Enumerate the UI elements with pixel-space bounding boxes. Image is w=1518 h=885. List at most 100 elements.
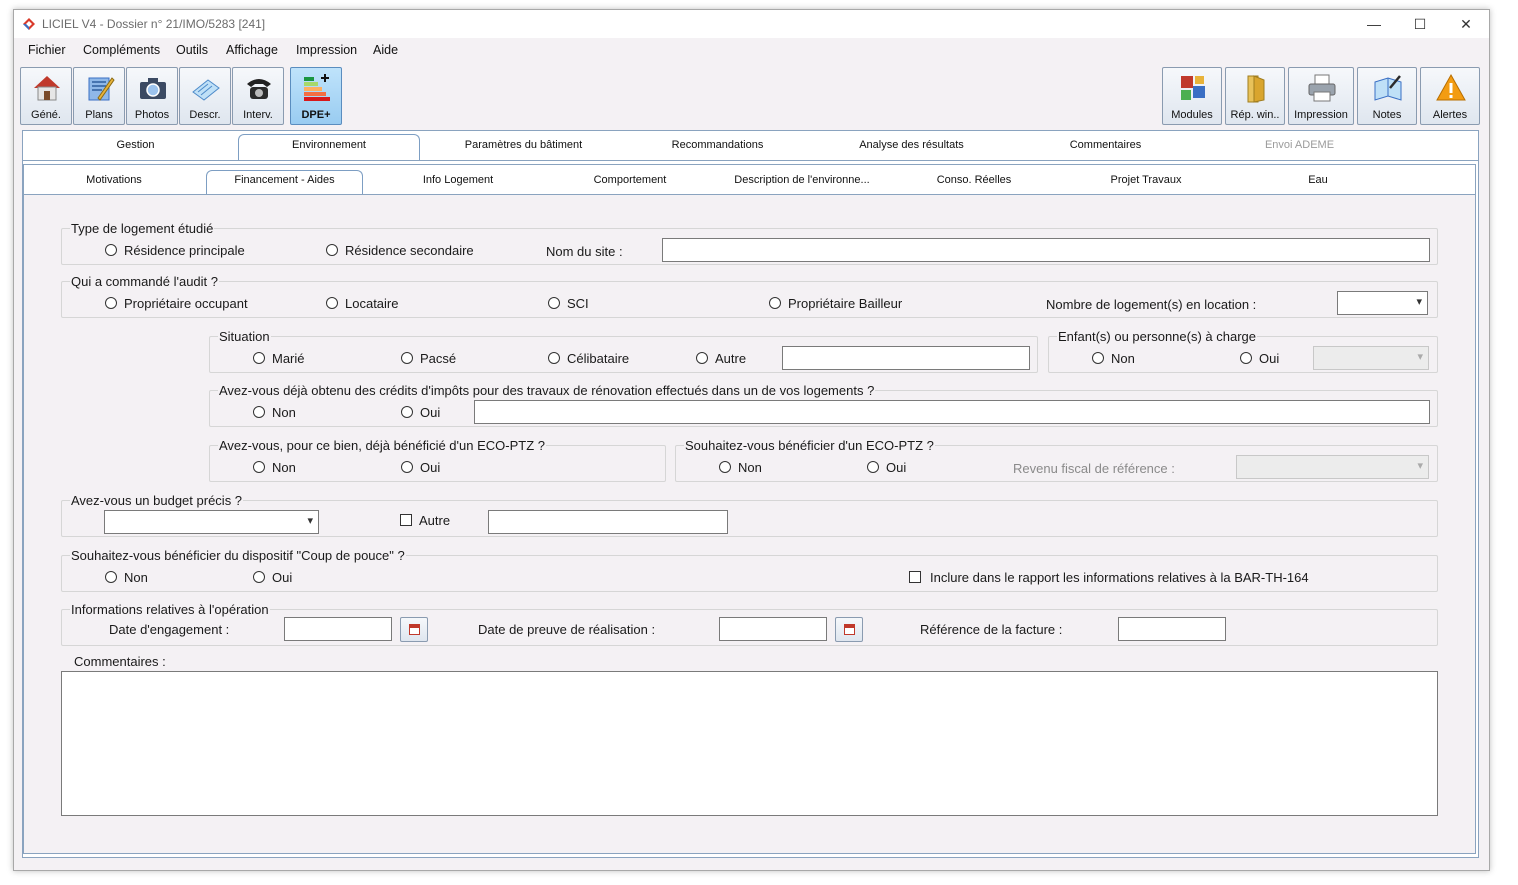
toolbar-modules-button[interactable]: Modules <box>1162 67 1222 125</box>
legend-ecoptz-souhait: Souhaitez-vous bénéficier d'un ECO-PTZ ? <box>684 438 935 453</box>
subtab-conso-reelles[interactable]: Conso. Réelles <box>888 174 1060 186</box>
sub-tab-strip: Motivations Financement - Aides Info Log… <box>23 164 1476 196</box>
label-pacse: Pacsé <box>420 351 457 366</box>
label-nom-site: Nom du site : <box>546 244 623 259</box>
toolbar-label: Notes <box>1372 109 1402 121</box>
legend-operation: Informations relatives à l'opération <box>70 602 270 617</box>
nombre-logements-select[interactable]: ▾ <box>1337 291 1428 315</box>
radio-marie[interactable] <box>253 352 265 364</box>
label-inclure-bar-th-164: Inclure dans le rapport les informations… <box>930 570 1309 585</box>
tab-recommandations[interactable]: Recommandations <box>621 139 814 151</box>
radio-residence-secondaire[interactable] <box>326 244 338 256</box>
menu-impression[interactable]: Impression <box>296 43 357 57</box>
calendar-icon <box>409 624 420 635</box>
radio-proprietaire-occupant[interactable] <box>105 297 117 309</box>
radio-credits-oui[interactable] <box>401 406 413 418</box>
budget-select[interactable]: ▾ <box>104 510 319 534</box>
ref-facture-input[interactable] <box>1118 617 1226 641</box>
radio-ecoptz-bien-non[interactable] <box>253 461 265 473</box>
label-credits-non: Non <box>272 405 296 420</box>
toolbar-label: Géné. <box>31 109 61 121</box>
toolbar-plans-button[interactable]: Plans <box>73 67 125 125</box>
label-ref-facture: Référence de la facture : <box>920 622 1063 637</box>
radio-sci[interactable] <box>548 297 560 309</box>
toolbar-notes-button[interactable]: Notes <box>1357 67 1417 125</box>
subtab-projet-travaux[interactable]: Projet Travaux <box>1060 174 1232 186</box>
commentaires-textarea[interactable] <box>61 671 1438 816</box>
main-tab-strip: Gestion Environnement Paramètres du bâti… <box>22 130 1479 162</box>
menu-aide[interactable]: Aide <box>373 43 398 57</box>
tab-commentaires[interactable]: Commentaires <box>1009 139 1202 151</box>
nom-site-input[interactable] <box>662 238 1430 262</box>
subtab-financement-aides[interactable]: Financement - Aides <box>206 174 363 186</box>
tab-environnement[interactable]: Environnement <box>238 139 420 151</box>
date-engagement-input[interactable] <box>284 617 392 641</box>
toolbar-gene-button[interactable]: Géné. <box>20 67 72 125</box>
toolbar-photos-button[interactable]: Photos <box>126 67 178 125</box>
situation-autre-input[interactable] <box>782 346 1030 370</box>
tab-analyse-resultats[interactable]: Analyse des résultats <box>815 139 1008 151</box>
toolbar-interv-button[interactable]: Interv. <box>232 67 284 125</box>
toolbar-alertes-button[interactable]: Alertes <box>1420 67 1480 125</box>
label-budget-autre: Autre <box>419 513 451 528</box>
window-title: LICIEL V4 - Dossier n° 21/IMO/5283 [241] <box>42 17 266 31</box>
tab-envoi-ademe: Envoi ADEME <box>1264 139 1335 151</box>
phone-icon <box>247 79 271 99</box>
date-preuve-input[interactable] <box>719 617 827 641</box>
radio-ecoptz-souhait-oui[interactable] <box>867 461 879 473</box>
toolbar-label: Photos <box>134 109 170 121</box>
menu-fichier[interactable]: Fichier <box>28 43 66 57</box>
label-credits-oui: Oui <box>420 405 441 420</box>
enfants-count-select: ▾ <box>1313 346 1429 370</box>
toolbar-label: Impression <box>1294 109 1348 121</box>
legend-ecoptz-bien: Avez-vous, pour ce bien, déjà bénéficié … <box>218 438 546 453</box>
label-residence-principale: Résidence principale <box>124 243 245 258</box>
date-preuve-calendar-button[interactable] <box>835 617 863 642</box>
radio-proprietaire-bailleur[interactable] <box>769 297 781 309</box>
radio-autre-situation[interactable] <box>696 352 708 364</box>
subtab-description-environnement[interactable]: Description de l'environne... <box>716 174 888 186</box>
credits-detail-input[interactable] <box>474 400 1430 424</box>
radio-ecoptz-souhait-non[interactable] <box>719 461 731 473</box>
label-commentaires: Commentaires : <box>74 654 166 669</box>
radio-enfants-non[interactable] <box>1092 352 1104 364</box>
radio-enfants-oui[interactable] <box>1240 352 1252 364</box>
tab-gestion[interactable]: Gestion <box>43 139 228 151</box>
radio-credits-non[interactable] <box>253 406 265 418</box>
radio-locataire[interactable] <box>326 297 338 309</box>
legend-enfants: Enfant(s) ou personne(s) à charge <box>1057 329 1257 344</box>
subtab-info-logement[interactable]: Info Logement <box>372 174 544 186</box>
menu-complements[interactable]: Compléments <box>83 43 160 57</box>
radio-coup-de-pouce-oui[interactable] <box>253 571 265 583</box>
toolbar-dpe-button[interactable]: DPE+ <box>290 67 342 125</box>
subtab-eau[interactable]: Eau <box>1232 174 1404 186</box>
radio-pacse[interactable] <box>401 352 413 364</box>
label-autre-situation: Autre <box>715 351 747 366</box>
label-ecoptz-bien-oui: Oui <box>420 460 441 475</box>
radio-residence-principale[interactable] <box>105 244 117 256</box>
toolbar-descr-button[interactable]: Descr. <box>179 67 231 125</box>
date-engagement-calendar-button[interactable] <box>400 617 428 642</box>
radio-celibataire[interactable] <box>548 352 560 364</box>
label-locataire: Locataire <box>345 296 399 311</box>
toolbar-label: Alertes <box>1432 109 1468 121</box>
budget-autre-checkbox[interactable] <box>400 514 412 526</box>
radio-ecoptz-bien-oui[interactable] <box>401 461 413 473</box>
minimize-button[interactable]: — <box>1351 10 1397 38</box>
label-date-engagement: Date d'engagement : <box>109 622 230 637</box>
menu-affichage[interactable]: Affichage <box>226 43 278 57</box>
legend-commande: Qui a commandé l'audit ? <box>70 274 220 289</box>
toolbar-label: Modules <box>1171 109 1213 121</box>
menu-outils[interactable]: Outils <box>176 43 208 57</box>
budget-autre-input[interactable] <box>488 510 728 534</box>
close-button[interactable]: ✕ <box>1443 10 1489 38</box>
toolbar-impression-button[interactable]: Impression <box>1288 67 1354 125</box>
subtab-comportement[interactable]: Comportement <box>544 174 716 186</box>
tab-parametres-batiment[interactable]: Paramètres du bâtiment <box>427 139 620 151</box>
subtab-motivations[interactable]: Motivations <box>26 174 202 186</box>
inclure-bar-th-164-checkbox[interactable] <box>909 571 921 583</box>
label-proprietaire-occupant: Propriétaire occupant <box>124 296 248 311</box>
radio-coup-de-pouce-non[interactable] <box>105 571 117 583</box>
toolbar-rep-win-button[interactable]: Rép. win.. <box>1225 67 1285 125</box>
maximize-button[interactable]: ☐ <box>1397 10 1443 38</box>
